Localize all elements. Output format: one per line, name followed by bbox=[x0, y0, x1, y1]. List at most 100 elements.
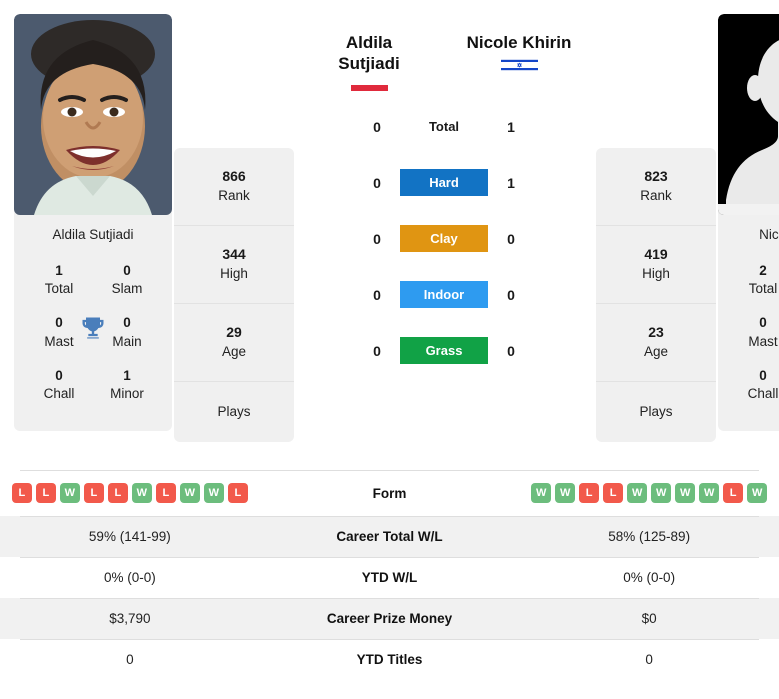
right-ytd-titles: 0 bbox=[645, 652, 653, 667]
right-high-value: 419 bbox=[644, 246, 668, 263]
form-badge-win: W bbox=[747, 483, 768, 503]
table-row-form: LLWLLWLWWL Form WWLLWWWWLW bbox=[0, 470, 779, 516]
right-high-cell: 419 High bbox=[596, 226, 716, 304]
left-titles-minor-label: Minor bbox=[110, 386, 144, 402]
left-titles-minor: 1 Minor bbox=[98, 367, 156, 403]
stats-comparison-table: LLWLLWLWWL Form WWLLWWWWLW 59% (141-99) … bbox=[0, 470, 779, 680]
form-badge-win: W bbox=[131, 483, 152, 503]
right-titles-total-label: Total bbox=[748, 281, 778, 297]
right-titles-total-value: 2 bbox=[759, 263, 767, 278]
left-titles-main-label: Main bbox=[112, 333, 142, 349]
right-titles-mast: 0 Mast bbox=[734, 314, 779, 350]
left-ytd-wl: 0% (0-0) bbox=[103, 570, 156, 585]
head-to-head-section: Aldila Sutjiadi Nicole Khirin 0 Total 1 … bbox=[294, 14, 594, 379]
h2h-row-clay: 0 Clay 0 bbox=[294, 211, 594, 267]
israel-flag bbox=[444, 59, 594, 72]
right-rank-cell: 823 Rank bbox=[596, 148, 716, 226]
left-career-prize-money: $3,790 bbox=[109, 611, 151, 626]
left-form-cell: LLWLLWLWWL bbox=[0, 483, 260, 503]
left-high-cell: 344 High bbox=[174, 226, 294, 304]
form-badge-loss: L bbox=[107, 483, 128, 503]
form-badge-loss: L bbox=[579, 483, 600, 503]
left-titles-chall: 0 Chall bbox=[30, 367, 88, 403]
left-form-strip: LLWLLWLWWL bbox=[0, 483, 260, 503]
form-badge-loss: L bbox=[227, 483, 248, 503]
table-row-career-prize-money: $3,790 Career Prize Money $0 bbox=[0, 598, 779, 639]
form-badge-win: W bbox=[555, 483, 576, 503]
left-titles-main-value: 0 bbox=[123, 315, 131, 331]
left-plays-cell: Plays bbox=[174, 382, 294, 442]
h2h-rows: 0 Total 1 0 Hard 1 0 Clay 0 0 Indoor 0 0… bbox=[294, 99, 594, 379]
h2h-row-hard: 0 Hard 1 bbox=[294, 155, 594, 211]
h2h-left-name-line2: Sutjiadi bbox=[338, 54, 400, 74]
h2h-hard-right-score: 1 bbox=[507, 174, 515, 191]
right-player-card: Nicole Khirin 2 Total 0 bbox=[718, 14, 779, 432]
form-row-label: Form bbox=[372, 485, 407, 501]
right-player-stats-stack: 823 Rank 419 High 23 Age Plays bbox=[596, 14, 716, 442]
left-player-titles-grid: 1 Total 0 Slam 0 Mast 0 Main 0 Chall 1 M… bbox=[14, 256, 172, 421]
player-comparison-page: Aldila Sutjiadi 1 Total 0 Slam 0 Mast 0 … bbox=[0, 0, 779, 699]
left-titles-mast: 0 Mast bbox=[30, 314, 88, 350]
indonesia-flag bbox=[294, 84, 444, 97]
career-prize-money-label: Career Prize Money bbox=[326, 611, 453, 626]
left-age-label: Age bbox=[221, 343, 247, 359]
left-rank-value: 866 bbox=[222, 168, 246, 185]
right-player-photo[interactable] bbox=[718, 14, 779, 215]
comparison-top-section: Aldila Sutjiadi 1 Total 0 Slam 0 Mast 0 … bbox=[0, 0, 779, 470]
left-titles-slam-label: Slam bbox=[111, 281, 143, 297]
h2h-grass-right-score: 0 bbox=[507, 342, 515, 359]
left-high-label: High bbox=[220, 265, 248, 281]
left-age-value: 29 bbox=[226, 324, 242, 341]
h2h-right-name-line1: Nicole Khirin bbox=[466, 33, 572, 52]
right-titles-chall-label: Chall bbox=[747, 386, 779, 402]
left-titles-row-2: 0 Mast 0 Main bbox=[20, 308, 166, 360]
left-player-photo[interactable] bbox=[14, 14, 172, 215]
right-titles-total: 2 Total bbox=[734, 262, 779, 298]
right-titles-chall: 0 Chall bbox=[734, 367, 779, 403]
left-age-cell: 29 Age bbox=[174, 304, 294, 382]
right-age-value: 23 bbox=[648, 324, 664, 341]
h2h-clay-label[interactable]: Clay bbox=[400, 225, 488, 252]
form-badge-win: W bbox=[203, 483, 224, 503]
left-titles-mast-value: 0 bbox=[55, 315, 63, 331]
h2h-clay-left-score: 0 bbox=[373, 230, 381, 247]
left-player-name-caption: Aldila Sutjiadi bbox=[52, 227, 134, 242]
h2h-grass-label[interactable]: Grass bbox=[400, 337, 488, 364]
right-form-strip: WWLLWWWWLW bbox=[519, 483, 779, 503]
h2h-hard-label[interactable]: Hard bbox=[400, 169, 488, 196]
right-titles-chall-value: 0 bbox=[759, 367, 767, 383]
h2h-right-name: Nicole Khirin bbox=[444, 32, 594, 72]
ytd-titles-label: YTD Titles bbox=[356, 652, 423, 667]
form-badge-loss: L bbox=[723, 483, 744, 503]
ytd-wl-label: YTD W/L bbox=[361, 570, 418, 585]
left-high-value: 344 bbox=[222, 246, 246, 263]
right-rank-label: Rank bbox=[640, 187, 672, 203]
right-age-cell: 23 Age bbox=[596, 304, 716, 382]
left-plays-label: Plays bbox=[217, 403, 251, 419]
form-badge-loss: L bbox=[83, 483, 104, 503]
right-rank-value: 823 bbox=[644, 168, 668, 185]
h2h-total-right-score: 1 bbox=[507, 118, 515, 135]
form-badge-win: W bbox=[675, 483, 696, 503]
right-career-total-wl: 58% (125-89) bbox=[608, 529, 691, 544]
form-badge-win: W bbox=[531, 483, 552, 503]
table-row-ytd-wl: 0% (0-0) YTD W/L 0% (0-0) bbox=[0, 557, 779, 598]
right-titles-mast-value: 0 bbox=[759, 315, 767, 331]
career-total-wl-label: Career Total W/L bbox=[336, 529, 443, 544]
h2h-row-total: 0 Total 1 bbox=[294, 99, 594, 155]
left-titles-row-3: 0 Chall 1 Minor bbox=[20, 361, 166, 413]
right-player-name-caption: Nicole Khirin bbox=[759, 227, 779, 242]
right-plays-cell: Plays bbox=[596, 382, 716, 442]
left-stack: 866 Rank 344 High 29 Age Plays bbox=[174, 148, 294, 442]
h2h-indoor-label[interactable]: Indoor bbox=[400, 281, 488, 308]
form-badge-win: W bbox=[179, 483, 200, 503]
h2h-row-grass: 0 Grass 0 bbox=[294, 323, 594, 379]
form-badge-win: W bbox=[651, 483, 672, 503]
h2h-row-indoor: 0 Indoor 0 bbox=[294, 267, 594, 323]
h2h-total-left-score: 0 bbox=[373, 118, 381, 135]
table-row-ytd-titles: 0 YTD Titles 0 bbox=[0, 639, 779, 680]
left-titles-slam-value: 0 bbox=[123, 263, 131, 278]
left-player-column: Aldila Sutjiadi 1 Total 0 Slam 0 Mast 0 … bbox=[14, 14, 172, 432]
form-badge-loss: L bbox=[603, 483, 624, 503]
h2h-left-name-line1: Aldila bbox=[345, 33, 393, 52]
